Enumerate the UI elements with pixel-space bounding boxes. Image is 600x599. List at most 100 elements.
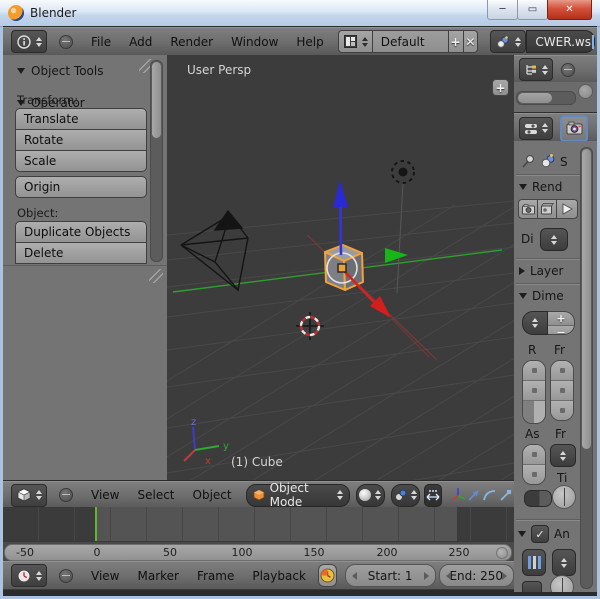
aspect-y-slider[interactable] (523, 464, 545, 484)
timeline-menu-playback[interactable]: Playback (252, 569, 306, 583)
scale-button[interactable]: Scale (15, 151, 147, 172)
render-panel-header[interactable]: Rend (519, 180, 562, 194)
outliner-hscrollbar[interactable] (516, 91, 576, 105)
maximize-button[interactable]: ▭ (517, 0, 548, 20)
translate-manipulator-icon[interactable] (466, 487, 482, 503)
outliner-vscrollbar-handle[interactable] (578, 84, 593, 99)
pivot-point-selector[interactable] (391, 484, 420, 507)
render-animation-button[interactable] (538, 199, 557, 219)
frame-range-sliders[interactable] (550, 360, 574, 421)
frame-end-slider[interactable] (551, 380, 573, 400)
full-sample-toggle[interactable] (522, 581, 542, 592)
duplicate-objects-button[interactable]: Duplicate Objects (15, 221, 147, 243)
aa-samples-toggle[interactable] (522, 549, 546, 576)
add-layout-button[interactable]: + (449, 30, 464, 53)
collapse-menus-icon[interactable] (59, 35, 73, 49)
resolution-x-slider[interactable] (523, 361, 545, 380)
play-animation-button[interactable] (557, 199, 578, 219)
decrement-icon[interactable] (352, 572, 357, 580)
manipulator-axes-icon[interactable] (450, 487, 466, 503)
minimize-button[interactable]: ─ (487, 0, 518, 20)
increment-icon[interactable] (424, 572, 429, 580)
viewport-shading-selector[interactable] (356, 484, 385, 507)
resolution-percent-slider[interactable] (523, 400, 545, 423)
timeline-menu-marker[interactable]: Marker (137, 569, 178, 583)
aa-filter-dropdown[interactable] (552, 549, 576, 576)
time-remap-toggle[interactable] (524, 490, 552, 507)
aspect-x-slider[interactable] (523, 445, 545, 464)
toolshelf-scrollbar-thumb[interactable] (152, 62, 161, 138)
viewport-menu-object[interactable]: Object (193, 488, 232, 502)
screen-layout-icon-button[interactable] (338, 30, 373, 53)
menu-window[interactable]: Window (231, 35, 278, 49)
menu-file[interactable]: File (91, 35, 111, 49)
antialiasing-panel-header[interactable]: ✓ An (518, 525, 570, 543)
collapse-menus-icon[interactable] (59, 488, 73, 502)
frame-start-field[interactable]: Start: 1 (345, 564, 436, 587)
frame-start-slider[interactable] (551, 361, 573, 380)
dimensions-panel-header[interactable]: Dime (519, 289, 564, 303)
viewport-menu-select[interactable]: Select (137, 488, 174, 502)
timeline-scrollbar[interactable]: -50 0 50 100 150 200 250 (4, 544, 512, 561)
menu-render[interactable]: Render (170, 35, 213, 49)
preview-range-clock-button[interactable] (318, 564, 337, 587)
resolution-y-slider[interactable] (523, 380, 545, 400)
delete-layout-button[interactable]: ✕ (464, 30, 479, 53)
editor-type-selector-info[interactable] (11, 30, 47, 53)
timeline-playhead[interactable] (95, 507, 97, 541)
preset-remove-button[interactable]: − (548, 325, 574, 335)
origin-button[interactable]: Origin (15, 176, 147, 198)
editor-type-selector-outliner[interactable] (519, 58, 553, 81)
properties-scrollbar-thumb[interactable] (582, 149, 591, 449)
render-tab-active[interactable] (560, 115, 588, 142)
collapse-menus-icon[interactable] (561, 63, 575, 77)
antialiasing-checkbox[interactable]: ✓ (531, 525, 549, 543)
increment-icon[interactable] (502, 572, 507, 580)
editor-type-selector-timeline[interactable] (11, 564, 47, 587)
rotate-button[interactable]: Rotate (15, 130, 147, 151)
resolution-sliders[interactable] (522, 360, 546, 424)
viewport-menu-view[interactable]: View (91, 488, 119, 502)
aspect-sliders[interactable] (522, 444, 546, 485)
pin-icon[interactable] (520, 153, 536, 169)
translate-button[interactable]: Translate (15, 108, 147, 130)
layers-panel-header[interactable]: Layer (519, 264, 563, 278)
scene-name-field[interactable]: CWER.ws (526, 30, 595, 53)
timeline-menu-view[interactable]: View (91, 569, 119, 583)
timeline-area[interactable] (3, 507, 514, 541)
editor-type-selector-3dview[interactable] (11, 484, 47, 507)
viewport-3d[interactable]: z y x User Persp (1) Cube + (167, 55, 515, 480)
screen-layout-name-field[interactable]: Default (373, 30, 449, 53)
frame-end-field[interactable]: End: 250 (439, 564, 514, 587)
preset-add-button[interactable]: + (548, 312, 574, 325)
properties-scrollbar[interactable] (580, 147, 593, 589)
scale-manipulator-icon[interactable] (498, 487, 514, 503)
render-still-button[interactable] (518, 199, 538, 219)
delete-button[interactable]: Delete (15, 243, 147, 264)
decrement-icon[interactable] (446, 572, 451, 580)
frame-step-slider[interactable] (551, 400, 573, 420)
mode-selector[interactable]: Object Mode (246, 484, 350, 507)
properties-content[interactable]: S Rend Di Layer (514, 141, 597, 592)
filter-size-knob[interactable] (550, 575, 574, 592)
close-button[interactable]: ✕ (547, 0, 592, 20)
manipulate-center-points-toggle[interactable] (424, 484, 442, 507)
menu-add[interactable]: Add (129, 35, 152, 49)
expand-properties-region-button[interactable]: + (492, 79, 509, 96)
time-remap-knob[interactable] (552, 485, 576, 509)
rotate-manipulator-icon[interactable] (482, 487, 498, 503)
menu-help[interactable]: Help (296, 35, 323, 49)
outliner-content[interactable] (514, 82, 597, 113)
editor-type-selector-properties[interactable] (519, 117, 553, 140)
scrollbar-handle-icon[interactable] (496, 547, 508, 559)
timeline-menu-frame[interactable]: Frame (197, 569, 234, 583)
frame-rate-dropdown[interactable] (550, 444, 576, 467)
scene-selector-button[interactable] (490, 30, 526, 53)
titlebar[interactable]: Blender ─ ▭ ✕ (0, 0, 600, 27)
render-presets-dropdown[interactable] (522, 311, 548, 335)
display-dropdown[interactable] (540, 228, 568, 251)
panel-corner-icon[interactable] (149, 269, 163, 283)
toolshelf-scrollbar[interactable] (150, 60, 163, 262)
outliner-hscrollbar-thumb[interactable] (518, 93, 552, 103)
collapse-menus-icon[interactable] (59, 569, 73, 583)
